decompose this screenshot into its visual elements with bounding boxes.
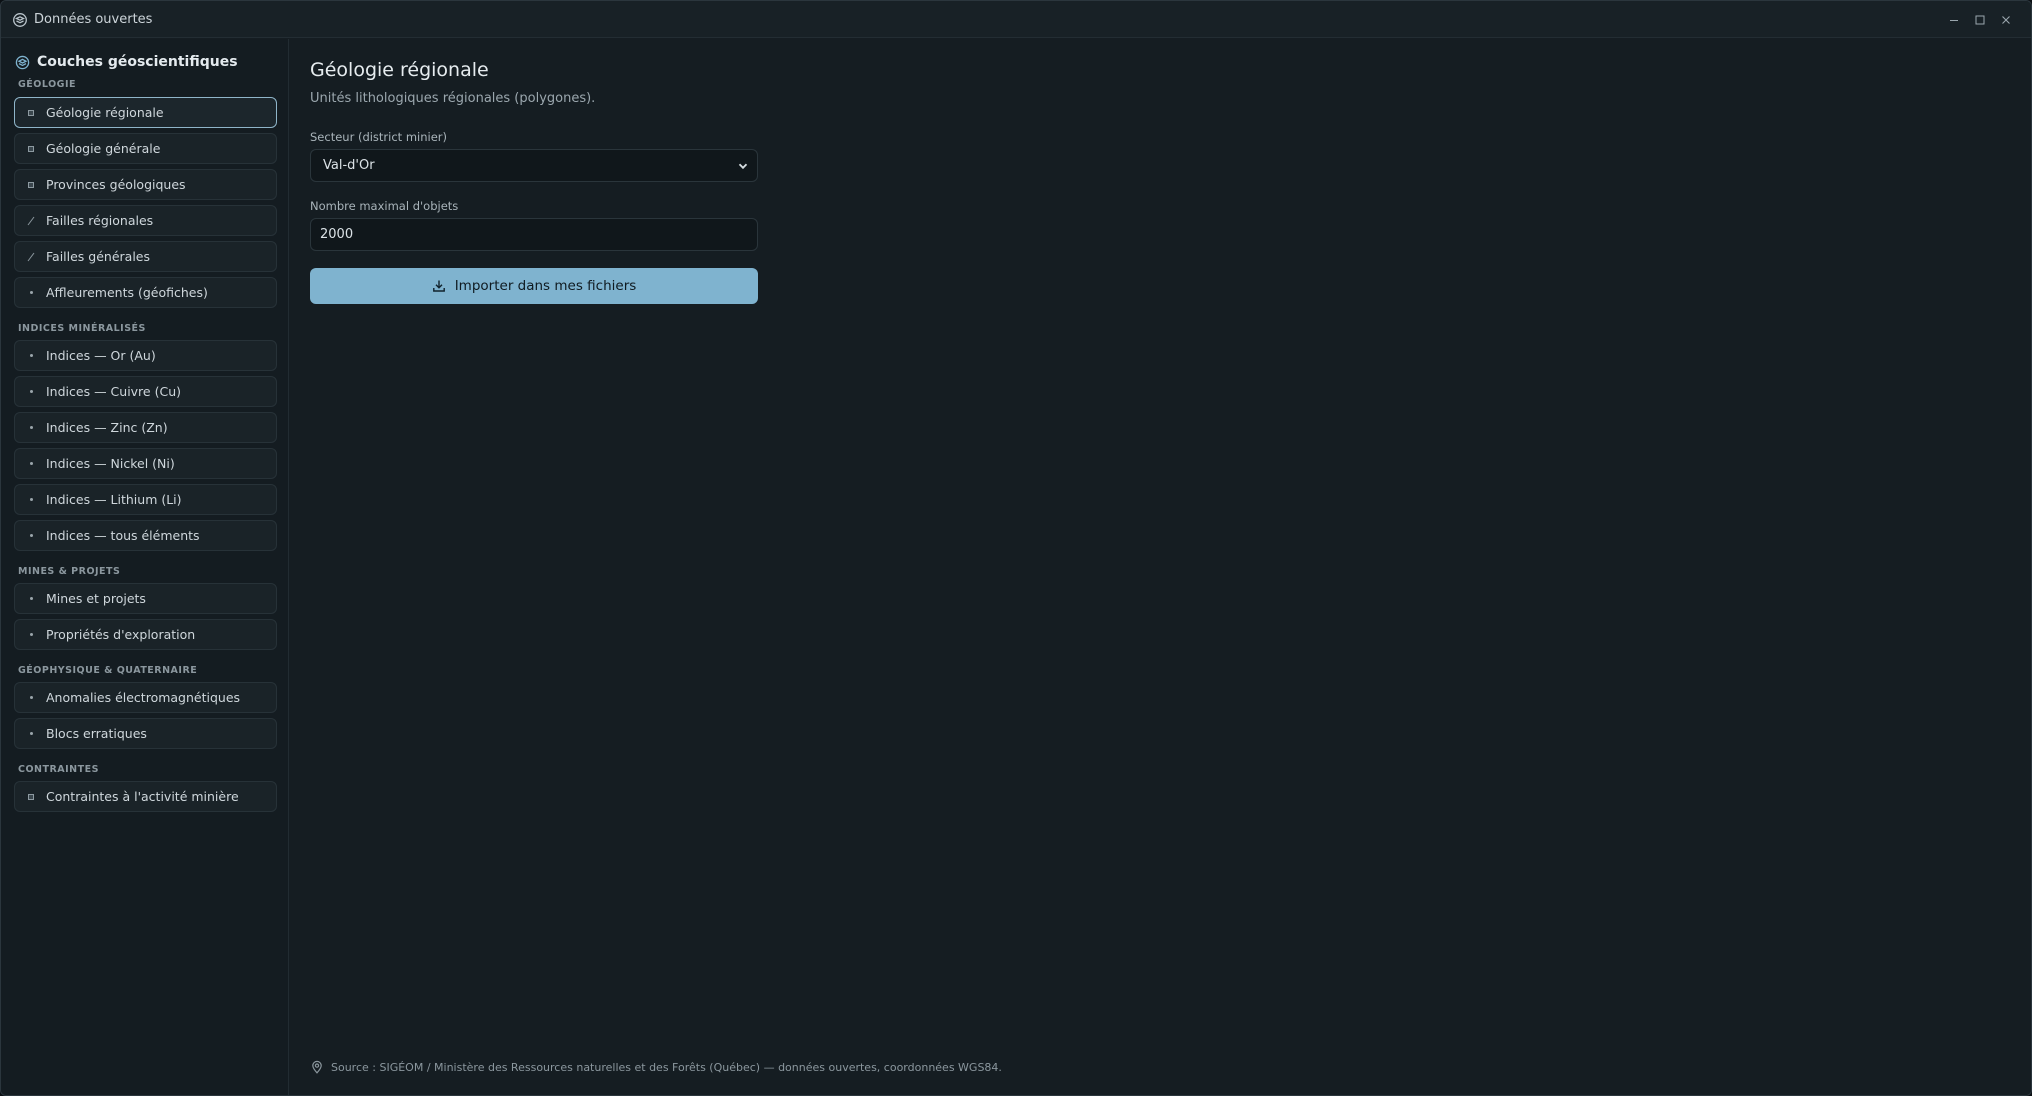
globe-layers-icon bbox=[15, 55, 30, 70]
point-icon bbox=[25, 629, 37, 641]
sector-select-value: Val-d'Or bbox=[323, 158, 375, 173]
max-objects-label: Nombre maximal d'objets bbox=[310, 199, 459, 213]
sidebar-item-label: Affleurements (géofiches) bbox=[46, 285, 208, 300]
sidebar-item-blocs-erratiques[interactable]: Blocs erratiques bbox=[14, 718, 277, 749]
section-label-contraintes: CONTRAINTES bbox=[18, 764, 99, 775]
sidebar-item-label: Failles générales bbox=[46, 249, 151, 264]
section-label-indices: INDICES MINÉRALISÉS bbox=[18, 323, 146, 334]
layers-icon bbox=[12, 12, 28, 28]
sector-label: Secteur (district minier) bbox=[310, 130, 448, 144]
sidebar-item-label: Indices — Or (Au) bbox=[46, 348, 156, 363]
minimize-icon[interactable] bbox=[1941, 1, 1967, 38]
sidebar-item-label: Contraintes à l'activité minière bbox=[46, 789, 239, 804]
section-label-geologie: GÉOLOGIE bbox=[18, 79, 76, 90]
sidebar-item-label: Mines et projets bbox=[46, 591, 146, 606]
close-icon[interactable] bbox=[1993, 1, 2019, 38]
point-icon bbox=[25, 728, 37, 740]
title-bar: Données ouvertes bbox=[1, 1, 2031, 38]
sidebar-item-label: Indices — tous éléments bbox=[46, 528, 200, 543]
max-objects-value: 2000 bbox=[320, 227, 354, 242]
sidebar-item-indices-or[interactable]: Indices — Or (Au) bbox=[14, 340, 277, 371]
sidebar-item-provinces-geologiques[interactable]: Provinces géologiques bbox=[14, 169, 277, 200]
sidebar-item-label: Anomalies électromagnétiques bbox=[46, 690, 241, 705]
polygon-icon bbox=[25, 791, 37, 803]
point-icon bbox=[25, 692, 37, 704]
point-icon bbox=[25, 458, 37, 470]
sidebar-title: Couches géoscientifiques bbox=[37, 54, 238, 70]
polygon-icon bbox=[25, 143, 37, 155]
point-icon bbox=[25, 593, 37, 605]
section-label-mines: MINES & PROJETS bbox=[18, 566, 121, 577]
sidebar-item-geologie-generale[interactable]: Géologie générale bbox=[14, 133, 277, 164]
sidebar-item-label: Provinces géologiques bbox=[46, 177, 186, 192]
point-icon bbox=[25, 422, 37, 434]
sidebar-item-proprietes-exploration[interactable]: Propriétés d'exploration bbox=[14, 619, 277, 650]
sidebar-item-label: Blocs erratiques bbox=[46, 726, 147, 741]
sidebar-item-label: Indices — Cuivre (Cu) bbox=[46, 384, 181, 399]
line-icon bbox=[25, 251, 37, 263]
point-icon bbox=[25, 530, 37, 542]
point-icon bbox=[25, 494, 37, 506]
sidebar-item-affleurements[interactable]: Affleurements (géofiches) bbox=[14, 277, 277, 308]
sidebar-item-failles-regionales[interactable]: Failles régionales bbox=[14, 205, 277, 236]
page-title: Géologie régionale bbox=[310, 59, 489, 81]
sidebar-item-failles-generales[interactable]: Failles générales bbox=[14, 241, 277, 272]
sector-select[interactable]: Val-d'Or bbox=[310, 149, 758, 182]
sidebar-item-indices-nickel[interactable]: Indices — Nickel (Ni) bbox=[14, 448, 277, 479]
point-icon bbox=[25, 386, 37, 398]
sidebar-item-label: Indices — Zinc (Zn) bbox=[46, 420, 168, 435]
page-subtitle: Unités lithologiques régionales (polygon… bbox=[310, 91, 596, 106]
window-title: Données ouvertes bbox=[34, 12, 153, 27]
line-icon bbox=[25, 215, 37, 227]
import-button[interactable]: Importer dans mes fichiers bbox=[310, 268, 758, 304]
window-controls bbox=[1941, 1, 2019, 38]
import-button-label: Importer dans mes fichiers bbox=[454, 278, 637, 294]
sidebar-item-label: Failles régionales bbox=[46, 213, 154, 228]
sidebar-item-label: Propriétés d'exploration bbox=[46, 627, 196, 642]
sidebar-item-indices-tous[interactable]: Indices — tous éléments bbox=[14, 520, 277, 551]
polygon-icon bbox=[25, 179, 37, 191]
sidebar-item-indices-cuivre[interactable]: Indices — Cuivre (Cu) bbox=[14, 376, 277, 407]
sidebar-item-label: Géologie générale bbox=[46, 141, 161, 156]
polygon-icon bbox=[25, 107, 37, 119]
download-icon bbox=[432, 279, 446, 293]
sidebar-item-indices-lithium[interactable]: Indices — Lithium (Li) bbox=[14, 484, 277, 515]
sidebar-item-label: Indices — Lithium (Li) bbox=[46, 492, 182, 507]
map-pin-icon bbox=[310, 1060, 324, 1074]
main-panel: Géologie régionale Unités lithologiques … bbox=[290, 39, 2031, 1095]
sidebar-item-indices-zinc[interactable]: Indices — Zinc (Zn) bbox=[14, 412, 277, 443]
source-footer: Source : SIGÉOM / Ministère des Ressourc… bbox=[310, 1060, 1002, 1074]
sidebar-item-label: Indices — Nickel (Ni) bbox=[46, 456, 175, 471]
sidebar-item-contraintes[interactable]: Contraintes à l'activité minière bbox=[14, 781, 277, 812]
sidebar-item-label: Géologie régionale bbox=[46, 105, 164, 120]
section-label-geophysique: GÉOPHYSIQUE & QUATERNAIRE bbox=[18, 665, 198, 676]
point-icon bbox=[25, 350, 37, 362]
sidebar-item-mines-projets[interactable]: Mines et projets bbox=[14, 583, 277, 614]
chevron-down-icon bbox=[737, 160, 749, 172]
source-text: Source : SIGÉOM / Ministère des Ressourc… bbox=[331, 1060, 1002, 1074]
sidebar: Couches géoscientifiques GÉOLOGIE Géolog… bbox=[1, 39, 289, 1095]
maximize-icon[interactable] bbox=[1967, 1, 1993, 38]
app-window: Données ouvertes Couches géoscientifique… bbox=[0, 0, 2032, 1096]
sidebar-item-anomalies-em[interactable]: Anomalies électromagnétiques bbox=[14, 682, 277, 713]
sidebar-header: Couches géoscientifiques bbox=[15, 52, 238, 72]
point-icon bbox=[25, 287, 37, 299]
sidebar-item-geologie-regionale[interactable]: Géologie régionale bbox=[14, 97, 277, 128]
max-objects-input[interactable]: 2000 bbox=[310, 218, 758, 251]
